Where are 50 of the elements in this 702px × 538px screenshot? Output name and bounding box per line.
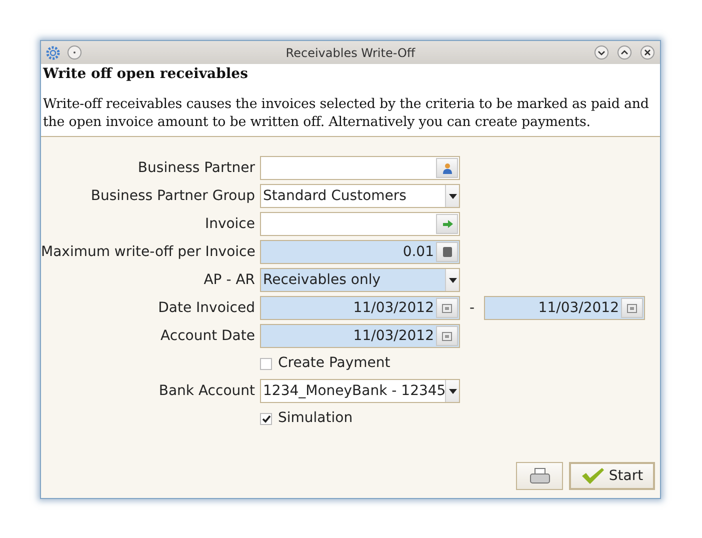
calendar-icon — [627, 304, 637, 312]
lookup-button[interactable] — [436, 214, 458, 234]
checkbox-box[interactable] — [260, 412, 272, 424]
caret-icon — [448, 278, 456, 282]
pin-icon[interactable] — [67, 45, 82, 60]
calculator-button[interactable] — [436, 242, 458, 262]
checkbox-box[interactable] — [260, 358, 272, 370]
input-field[interactable]: 11/03/2012 — [260, 296, 460, 320]
field-label: Date Invoiced — [157, 298, 255, 318]
field-label: Business Partner — [136, 158, 255, 178]
calendar-icon — [442, 332, 452, 340]
calendar-button[interactable] — [436, 326, 458, 346]
field-label: AP - AR — [202, 270, 255, 290]
dropdown[interactable]: 1234_MoneyBank - 12345 — [260, 379, 460, 403]
dropdown[interactable]: Standard Customers — [260, 184, 460, 208]
field-label: Business Partner Group — [90, 186, 255, 206]
field-label: Invoice — [204, 214, 255, 234]
field-label: Maximum write-off per Invoice — [41, 242, 255, 262]
minimize-icon[interactable] — [594, 45, 609, 60]
calendar-button[interactable] — [621, 298, 643, 318]
check-icon — [262, 414, 270, 422]
person-icon — [442, 162, 452, 174]
lookup-field[interactable] — [260, 212, 460, 236]
maximize-icon[interactable] — [617, 45, 632, 60]
window-title: Receivables Write-Off — [286, 44, 416, 62]
description: Write-off receivables causes the invoices selected by the criteria to be marked as paid and the open invoice amount to be written off. Alternatively you can create payments. — [43, 96, 650, 132]
calendar-icon — [442, 304, 452, 312]
calculator-icon — [442, 247, 452, 257]
checkmark-icon — [580, 467, 605, 485]
lookup-field[interactable] — [260, 156, 460, 180]
close-icon[interactable] — [640, 45, 655, 60]
range-separator: - — [468, 298, 476, 318]
checkbox[interactable]: Simulation — [260, 407, 660, 430]
caret-icon — [448, 194, 456, 198]
input-field[interactable]: 11/03/2012 — [260, 324, 460, 348]
input-field[interactable]: 11/03/2012 — [484, 296, 645, 320]
dropdown[interactable]: Receivables only — [260, 268, 460, 292]
print-button[interactable] — [516, 462, 563, 490]
start-button[interactable]: Start — [569, 462, 655, 490]
field-label: Account Date — [160, 326, 255, 346]
lookup-button[interactable] — [436, 158, 458, 178]
gear-icon[interactable] — [46, 46, 60, 60]
arrow-icon — [442, 219, 452, 229]
printer-icon — [530, 468, 550, 484]
calendar-button[interactable] — [436, 298, 458, 318]
field-label: Bank Account — [158, 382, 255, 400]
input-field[interactable]: 0.01 — [260, 240, 460, 264]
dialog-heading: Write off open receivables — [43, 65, 249, 84]
caret-icon — [448, 388, 456, 394]
checkbox[interactable]: Create Payment — [260, 352, 660, 375]
